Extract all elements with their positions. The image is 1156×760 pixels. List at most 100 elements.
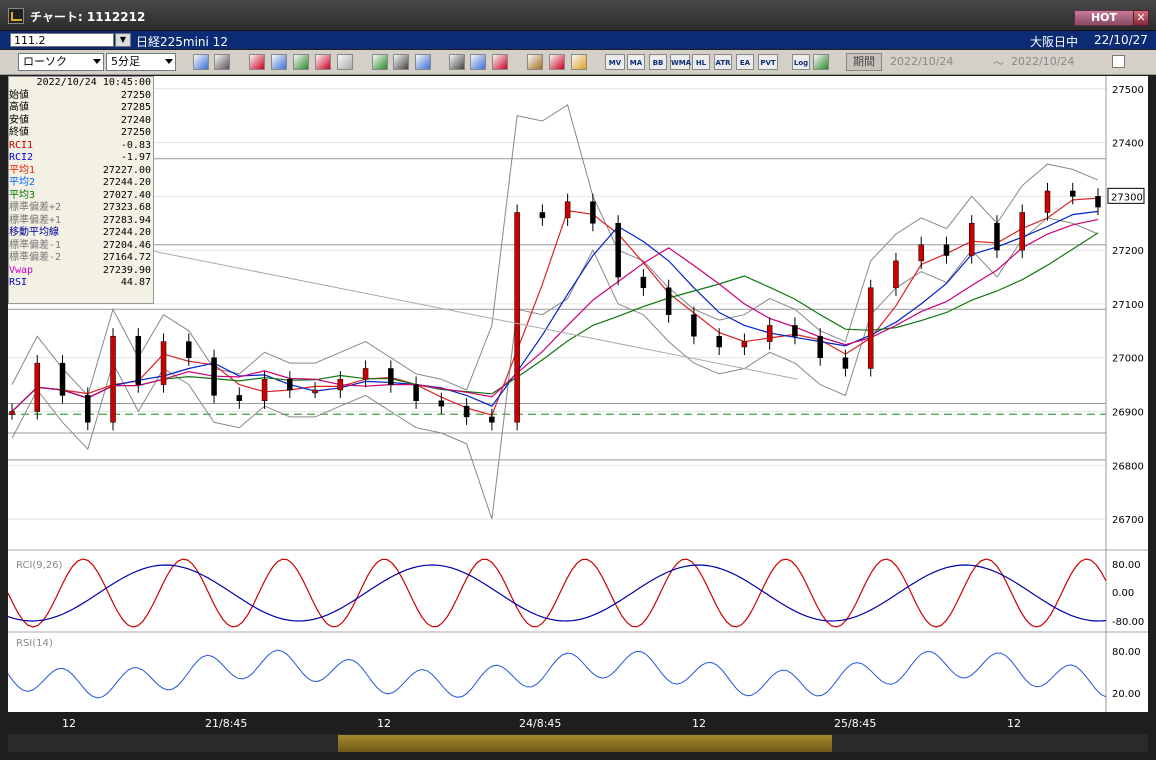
candle: [463, 405, 470, 418]
bb-button[interactable]: BB: [649, 54, 667, 70]
date-to[interactable]: 2022/10/24: [1011, 55, 1074, 68]
app-icon: [8, 8, 24, 24]
price-label: 26700: [1112, 515, 1144, 526]
candle: [741, 341, 748, 348]
candle: [766, 325, 773, 342]
zoom-icon[interactable]: [193, 54, 209, 70]
trend-line: [147, 249, 799, 380]
candle: [438, 400, 445, 407]
log-button[interactable]: Log: [792, 54, 810, 70]
export-icon[interactable]: [813, 54, 829, 70]
data-window-value: 27240: [120, 114, 151, 126]
scrollbar-thumb[interactable]: [338, 735, 832, 752]
rci-label: -80.00: [1112, 617, 1144, 628]
chart-type-select[interactable]: ローソク: [18, 53, 104, 71]
candle: [1019, 212, 1025, 251]
ea-button[interactable]: EA: [736, 54, 754, 70]
candle-icon[interactable]: [315, 54, 331, 70]
interval-select[interactable]: 5分足: [106, 53, 176, 71]
data-window-label: 平均3: [9, 189, 36, 201]
all-icon[interactable]: [492, 54, 508, 70]
data-window-label: RCI1: [9, 139, 34, 151]
data-window-value: 27227.00: [102, 164, 151, 176]
data-window-row: 標準偏差+2 27323.68: [9, 202, 153, 215]
chart-scroll-icon[interactable]: [470, 54, 486, 70]
hot-button[interactable]: HOT: [1074, 10, 1134, 26]
cursor-icon[interactable]: [393, 54, 409, 70]
candle: [615, 222, 621, 278]
rsi-line: [7, 649, 1107, 699]
time-label: 24/8:45: [519, 717, 562, 730]
rsi-label: 20.00: [1112, 689, 1141, 700]
code-input[interactable]: 111.2: [10, 33, 114, 47]
pvt-button[interactable]: PVT: [758, 54, 778, 70]
period-button[interactable]: 期間: [846, 53, 882, 71]
code-dropdown-button[interactable]: ▼: [115, 33, 131, 47]
time-axis: [0, 712, 1156, 734]
brush-icon[interactable]: [549, 54, 565, 70]
price-label: 27000: [1112, 354, 1144, 365]
data-window-row: 始値 27250: [9, 90, 153, 103]
data-window-label: 標準偏差+2: [9, 202, 62, 213]
info-icon[interactable]: [337, 54, 353, 70]
data-window: 2022/10/24 10:45:00 始値 27250 高値 27285 安値 2724…: [8, 76, 154, 304]
date-from[interactable]: 2022/10/24: [890, 55, 953, 68]
pen-icon[interactable]: [415, 54, 431, 70]
data-window-row: 高値 27285: [9, 102, 153, 115]
candle: [59, 362, 66, 396]
data-window-row: 平均2 27244.20: [9, 177, 153, 190]
candle: [968, 222, 975, 256]
candle: [362, 368, 369, 380]
candle: [716, 335, 722, 348]
chart-area[interactable]: 27500 27400 27300 27200 27100 27000 26900 26800…: [7, 76, 1148, 712]
data-window-row: 標準偏差-2 27164.72: [9, 252, 153, 265]
time-label: 21/8:45: [205, 717, 248, 730]
data-window-label: 安値: [9, 114, 29, 126]
bars-icon[interactable]: [293, 54, 309, 70]
data-window-value: 27164.72: [102, 252, 151, 263]
hl-button[interactable]: HL: [692, 54, 710, 70]
data-window-label: 始値: [9, 89, 29, 101]
crosshair-icon[interactable]: [214, 54, 230, 70]
chart-canvas[interactable]: 27500 27400 27300 27200 27100 27000 26900 26800…: [7, 76, 1148, 712]
data-window-value: 27244.20: [102, 177, 151, 188]
wma-button[interactable]: WMA: [670, 54, 691, 70]
current-price-label: 27300: [1111, 192, 1143, 203]
candle: [943, 244, 950, 256]
period-checkbox[interactable]: [1112, 55, 1125, 68]
ma-button[interactable]: MA: [627, 54, 645, 70]
candle: [261, 378, 268, 402]
data-window-label: RCI2: [9, 152, 34, 163]
data-window-label: 移動平均線: [9, 227, 59, 238]
title-bar: [0, 0, 1156, 31]
data-window-value: 27323.68: [102, 202, 151, 213]
draw-line-icon[interactable]: [372, 54, 388, 70]
data-window-value: 27285: [120, 102, 151, 113]
candle: [1044, 190, 1051, 213]
data-window-value: 27204.46: [102, 239, 151, 251]
candle: [9, 411, 15, 415]
rsi-label: 80.00: [1112, 647, 1141, 658]
data-window-row: 標準偏差-1 27204.46: [9, 240, 153, 253]
color-icon[interactable]: [571, 54, 587, 70]
window-title: チャート: 1112212: [30, 10, 146, 24]
candle: [867, 287, 874, 369]
data-window-row: RSI 44.87: [9, 277, 153, 290]
data-window-row: RCI1 -0.83: [9, 140, 153, 153]
data-window-value: 27027.40: [102, 189, 151, 201]
candle: [665, 287, 672, 315]
mv-button[interactable]: MV: [605, 54, 625, 70]
price-label: 27500: [1112, 85, 1144, 96]
rci-label: 0.00: [1112, 588, 1134, 599]
arrow-down-icon[interactable]: [249, 54, 265, 70]
candle: [514, 212, 520, 423]
zoom-range-icon[interactable]: [271, 54, 287, 70]
sidebar-icon[interactable]: [449, 54, 465, 70]
data-window-label: 標準偏差-2: [9, 252, 62, 263]
time-label: 25/8:45: [834, 717, 877, 730]
price-label: 27200: [1112, 246, 1144, 257]
close-button[interactable]: ✕: [1133, 10, 1149, 26]
candle: [590, 201, 596, 224]
settings-icon[interactable]: [527, 54, 543, 70]
atr-button[interactable]: ATR: [714, 54, 732, 70]
